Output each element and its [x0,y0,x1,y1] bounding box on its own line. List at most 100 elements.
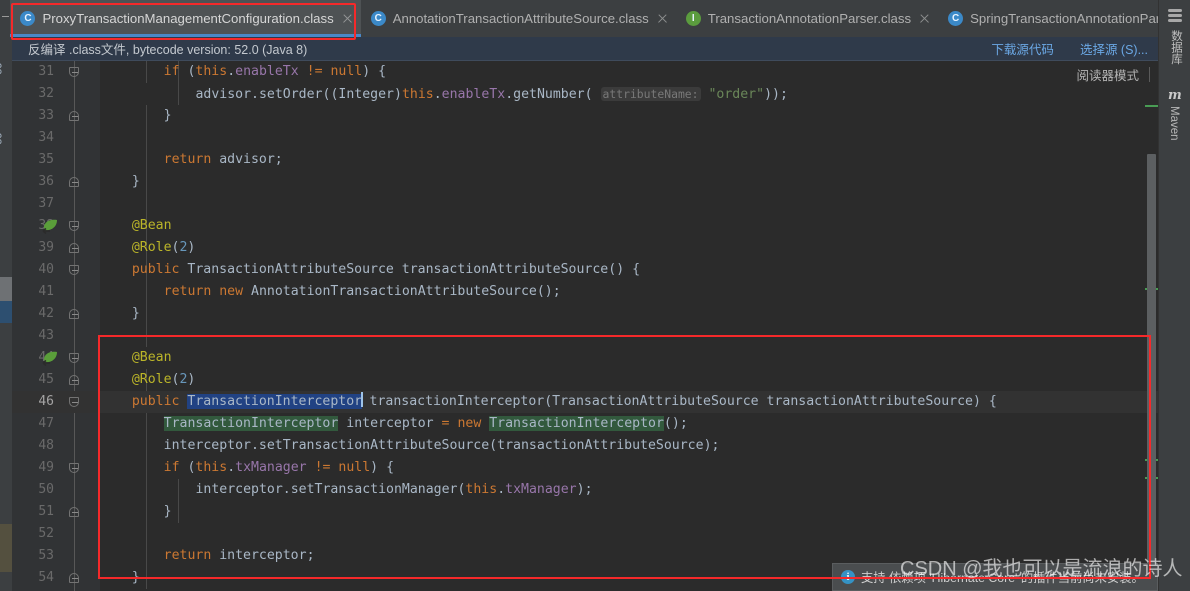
gutter-line-39[interactable]: 39 [12,237,100,259]
code-fold-toggle-line-54[interactable] [68,572,80,584]
code-fold-toggle-line-31[interactable] [68,66,80,78]
gutter-line-34[interactable]: 34 [12,127,100,149]
reader-mode-toggle[interactable]: 阅读器模式 [1076,61,1158,87]
code-line-35[interactable]: return advisor; [100,149,1158,171]
gutter-line-38[interactable]: 38 [12,215,100,237]
code-fold-toggle-line-42[interactable] [68,308,80,320]
gutter-line-40[interactable]: 40 [12,259,100,281]
gutter-line-36[interactable]: 36 [12,171,100,193]
spring-bean-gutter-icon[interactable] [42,350,59,367]
notice-message: 反编译 .class文件, bytecode version: 52.0 (Ja… [28,43,308,57]
choose-sources-link[interactable]: 选择源 (S)... [1080,39,1148,58]
code-line-42[interactable]: } [100,303,1158,325]
code-line-37[interactable] [100,193,1158,215]
database-icon[interactable] [1168,9,1182,23]
toolbar-divider [1149,66,1150,82]
scrollbar-thumb[interactable] [1147,154,1156,591]
code-fold-toggle-line-40[interactable] [68,264,80,276]
editor-scrollbar[interactable] [1145,87,1158,591]
code-fold-toggle-line-45[interactable] [68,374,80,386]
gutter-line-32[interactable]: 32 [12,83,100,105]
gutter-line-45[interactable]: 45 [12,369,100,391]
code-line-52[interactable] [100,523,1158,545]
tab-bar-left-gap [0,0,11,37]
gutter-line-44[interactable]: 44 [12,347,100,369]
close-icon[interactable] [657,13,668,24]
gutter-line-numbers: 3132333435363738394041424344454647484950… [12,61,100,589]
editor-tab-annotation-transaction-attribute-source[interactable]: C AnnotationTransactionAttributeSource.c… [361,0,676,37]
right-tool-strip: 数据库 m Maven [1158,0,1190,591]
code-line-39[interactable]: @Role(2) [100,237,1158,259]
collapse-dash-icon [2,16,9,17]
tool-window-maven[interactable]: Maven [1168,106,1180,141]
code-line-47[interactable]: TransactionInterceptor interceptor = new… [100,413,1158,435]
code-line-40[interactable]: public TransactionAttributeSource transa… [100,259,1158,281]
gutter-line-54[interactable]: 54 [12,567,100,589]
editor-gutter[interactable]: 3132333435363738394041424344454647484950… [12,61,100,591]
download-sources-link[interactable]: 下载源代码 [991,39,1054,58]
scroll-marker [1145,105,1158,107]
gutter-line-31[interactable]: 31 [12,61,100,83]
left-strip-item-2[interactable]: ...ce [0,123,4,145]
left-strip-item-1[interactable]: ...ce [0,53,4,75]
code-line-46[interactable]: public TransactionInterceptor transactio… [100,391,1158,413]
left-strip-marker-blue [0,301,12,323]
tab-label: ProxyTransactionManagementConfiguration.… [42,11,334,26]
code-fold-toggle-line-44[interactable] [68,352,80,364]
tool-window-database[interactable]: 数据库 [1168,30,1184,65]
code-line-48[interactable]: interceptor.setTransactionAttributeSourc… [100,435,1158,457]
editor-tab-bar: C ProxyTransactionManagementConfiguratio… [0,0,1190,37]
gutter-line-49[interactable]: 49 [12,457,100,479]
parameter-hint: attributeName: [600,87,701,101]
code-line-49[interactable]: if (this.txManager != null) { [100,457,1158,479]
gutter-line-43[interactable]: 43 [12,325,100,347]
gutter-line-53[interactable]: 53 [12,545,100,567]
interface-icon: I [685,11,701,26]
code-line-38[interactable]: @Bean [100,215,1158,237]
code-fold-toggle-line-33[interactable] [68,110,80,122]
code-line-45[interactable]: @Role(2) [100,369,1158,391]
gutter-line-50[interactable]: 50 [12,479,100,501]
gutter-line-37[interactable]: 37 [12,193,100,215]
close-icon[interactable] [919,13,930,24]
editor-tab-proxy-transaction-management-configuration[interactable]: C ProxyTransactionManagementConfiguratio… [10,0,361,37]
code-line-32[interactable]: advisor.setOrder((Integer)this.enableTx.… [100,83,1158,105]
gutter-line-48[interactable]: 48 [12,435,100,457]
code-fold-toggle-line-49[interactable] [68,462,80,474]
gutter-line-47[interactable]: 47 [12,413,100,435]
code-editor[interactable]: 3132333435363738394041424344454647484950… [12,61,1158,591]
plugin-notification-balloon[interactable]: i 支持 依赖项 'Hibernate Core' 的插件当前尚未安装。 [832,563,1158,591]
code-fold-toggle-line-36[interactable] [68,176,80,188]
gutter-line-42[interactable]: 42 [12,303,100,325]
gutter-line-52[interactable]: 52 [12,523,100,545]
editor-tab-spring-transaction-annotation-parser[interactable]: C SpringTransactionAnnotationParser.cl [938,0,1167,37]
spring-bean-gutter-icon[interactable] [42,218,59,235]
code-line-36[interactable]: } [100,171,1158,193]
code-line-31[interactable]: if (this.enableTx != null) { [100,61,1158,83]
gutter-line-35[interactable]: 35 [12,149,100,171]
code-fold-toggle-line-38[interactable] [68,220,80,232]
code-line-33[interactable]: } [100,105,1158,127]
gutter-line-33[interactable]: 33 [12,105,100,127]
occurrence-highlight: TransactionInterceptor [489,416,664,431]
code-line-51[interactable]: } [100,501,1158,523]
editor-tab-transaction-annotation-parser[interactable]: I TransactionAnnotationParser.class [676,0,938,37]
left-tool-strip: ...ce ...ce [0,37,12,591]
code-fold-toggle-line-46[interactable] [68,396,80,408]
gutter-line-41[interactable]: 41 [12,281,100,303]
code-fold-toggle-line-39[interactable] [68,242,80,254]
tab-label: TransactionAnnotationParser.class [707,11,912,26]
code-line-50[interactable]: interceptor.setTransactionManager(this.t… [100,479,1158,501]
close-icon[interactable] [342,13,353,24]
class-icon: C [370,11,386,26]
code-line-34[interactable] [100,127,1158,149]
code-text-area[interactable]: if (this.enableTx != null) { advisor.set… [100,61,1158,591]
code-fold-toggle-line-51[interactable] [68,506,80,518]
left-strip-marker-grey [0,277,12,301]
tab-label: AnnotationTransactionAttributeSource.cla… [392,11,649,26]
gutter-line-51[interactable]: 51 [12,501,100,523]
code-line-41[interactable]: return new AnnotationTransactionAttribut… [100,281,1158,303]
gutter-line-46[interactable]: 46 [12,391,100,413]
code-line-44[interactable]: @Bean [100,347,1158,369]
code-line-43[interactable] [100,325,1158,347]
